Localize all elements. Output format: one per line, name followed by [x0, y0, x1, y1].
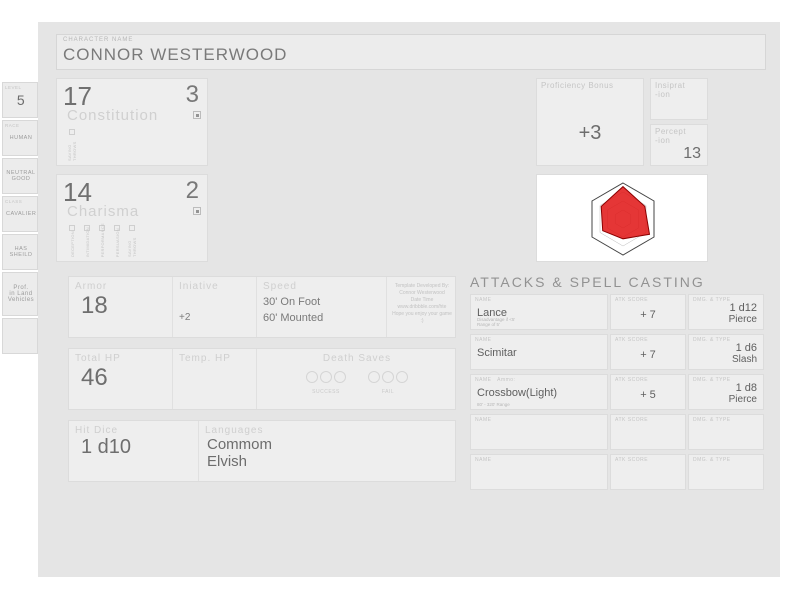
tab-race[interactable]: RACEHUMAN	[2, 120, 38, 156]
attack-row[interactable]: NAMEATK SCOREDMG. & TYPE	[470, 414, 766, 450]
tab-proficiency[interactable]: Prof. in Land Vehicles	[2, 272, 38, 316]
attacks-title: ATTACKS & SPELL CASTING	[470, 274, 705, 290]
attack-row[interactable]: NAME Ammo:Crossbow(Light)80' - 320' Rang…	[470, 374, 766, 410]
side-tabs: LEVEL5 RACEHUMAN NEUTRAL GOOD CLASSCAVAL…	[2, 82, 38, 356]
tab-class[interactable]: CLASSCAVALIER	[2, 196, 38, 232]
hitdice-lang-row: Hit Dice1 d10 LanguagesCommomElvish	[68, 420, 456, 482]
tab-alignment[interactable]: NEUTRAL GOOD	[2, 158, 38, 194]
character-name-label: CHARACTER NAME	[63, 37, 133, 43]
ability-charisma[interactable]: 142 Charisma DECEPTIONINTIMIDATIONPERFOR…	[56, 174, 208, 262]
prof-checkbox[interactable]	[193, 111, 201, 119]
tab-empty[interactable]	[2, 318, 38, 354]
ability-constitution[interactable]: 173 Constitution SAVING THROWS	[56, 78, 208, 166]
proficiency-bonus-box[interactable]: Proficiency Bonus +3	[536, 78, 644, 166]
ability-radar-chart	[536, 174, 708, 262]
attack-row[interactable]: NAMEATK SCOREDMG. & TYPE	[470, 454, 766, 490]
combat-stats-row: Armor18 Iniative+2 Speed30' On Foot60' M…	[68, 276, 456, 338]
tab-level[interactable]: LEVEL5	[2, 82, 38, 118]
tab-shield[interactable]: HAS SHEILD	[2, 234, 38, 270]
character-name-value: CONNOR WESTERWOOD	[63, 45, 287, 65]
hp-row: Total HP46 Temp. HP Death Saves SUCCESS …	[68, 348, 456, 410]
inspiration-box[interactable]: Insiprat -ion	[650, 78, 708, 120]
perception-box[interactable]: Percept -ion 13	[650, 124, 708, 166]
prof-checkbox[interactable]	[193, 207, 201, 215]
character-sheet: CHARACTER NAME CONNOR WESTERWOOD LEVEL5 …	[38, 22, 780, 577]
character-name-field[interactable]: CHARACTER NAME CONNOR WESTERWOOD	[56, 34, 766, 70]
attack-row[interactable]: NAMELanceDisadvantage if <5' Range of 5'…	[470, 294, 766, 330]
attack-row[interactable]: NAMEScimitarATK SCORE+ 7DMG. & TYPE1 d6S…	[470, 334, 766, 370]
